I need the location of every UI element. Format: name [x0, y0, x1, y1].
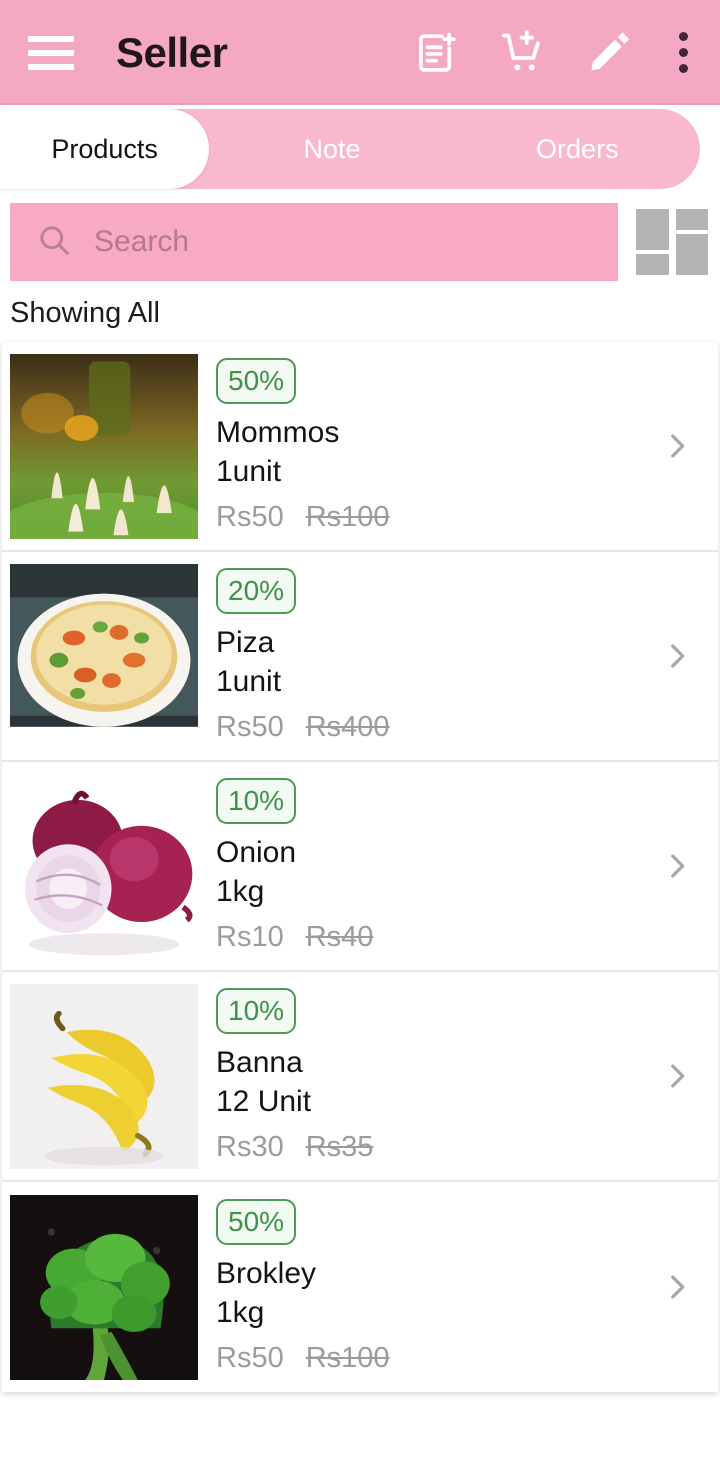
- product-prices: Rs50 Rs100: [216, 501, 648, 534]
- product-info: 50% Mommos 1unit Rs50 Rs100: [216, 354, 648, 539]
- product-unit: 12 Unit: [216, 1084, 312, 1118]
- table-row[interactable]: 10% Onion 1kg Rs10 Rs40: [2, 762, 718, 972]
- grid-view-icon[interactable]: [636, 205, 710, 279]
- product-prices: Rs10 Rs40: [216, 921, 648, 954]
- discount-badge: 10%: [216, 777, 297, 824]
- product-price: Rs10: [216, 921, 284, 954]
- tab-note[interactable]: Note: [209, 109, 454, 189]
- product-thumbnail: [10, 563, 198, 749]
- edit-pencil-icon[interactable]: [582, 26, 636, 80]
- product-original-price: Rs35: [305, 1131, 374, 1164]
- product-prices: Rs30 Rs35: [216, 1131, 648, 1164]
- product-price: Rs50: [216, 711, 284, 744]
- product-thumbnail: [10, 353, 198, 539]
- tab-products[interactable]: Products: [0, 109, 210, 189]
- hamburger-menu-icon[interactable]: [28, 35, 74, 70]
- product-price: Rs50: [216, 1342, 284, 1375]
- search-bar[interactable]: [10, 203, 618, 281]
- product-prices: Rs50 Rs100: [216, 1342, 648, 1375]
- chevron-right-icon[interactable]: [660, 1270, 694, 1304]
- product-name: Onion: [216, 835, 297, 869]
- product-unit: 1unit: [216, 454, 282, 488]
- tab-products-label: Products: [51, 133, 158, 164]
- tab-orders[interactable]: Orders: [455, 109, 700, 189]
- product-thumbnail: [10, 773, 198, 959]
- table-row[interactable]: 50% Mommos 1unit Rs50 Rs100: [2, 342, 718, 552]
- add-shopping-cart-icon[interactable]: [496, 26, 550, 80]
- filter-status-label: Showing All: [10, 297, 160, 329]
- chevron-right-icon[interactable]: [660, 1059, 694, 1093]
- tab-orders-label: Orders: [536, 133, 619, 164]
- product-unit: 1kg: [216, 1295, 265, 1329]
- chevron-right-icon[interactable]: [660, 849, 694, 883]
- tab-note-label: Note: [303, 133, 361, 164]
- product-thumbnail: [10, 1194, 198, 1380]
- tab-bar-container: Products Note Orders: [0, 105, 720, 193]
- table-row[interactable]: 10% Banna 12 Unit Rs30 Rs35: [2, 972, 718, 1182]
- discount-badge: 10%: [216, 987, 297, 1034]
- table-row[interactable]: 50% Brokley 1kg Rs50 Rs100: [2, 1182, 718, 1392]
- note-add-icon[interactable]: [410, 26, 464, 80]
- product-info: 10% Onion 1kg Rs10 Rs40: [216, 774, 648, 959]
- product-original-price: Rs100: [305, 501, 390, 534]
- product-list: 50% Mommos 1unit Rs50 Rs100 20% Piza 1un…: [2, 342, 718, 1392]
- product-original-price: Rs40: [305, 921, 374, 954]
- search-row: [0, 193, 720, 281]
- product-original-price: Rs100: [305, 1342, 390, 1375]
- discount-badge: 50%: [216, 357, 297, 404]
- product-unit: 1kg: [216, 874, 265, 908]
- product-name: Piza: [216, 625, 275, 659]
- product-thumbnail: [10, 983, 198, 1169]
- product-info: 10% Banna 12 Unit Rs30 Rs35: [216, 984, 648, 1169]
- app-bar-actions: [410, 26, 698, 80]
- table-row[interactable]: 20% Piza 1unit Rs50 Rs400: [2, 552, 718, 762]
- page-title: Seller: [116, 28, 228, 76]
- discount-badge: 20%: [216, 567, 297, 614]
- search-input[interactable]: [94, 225, 618, 259]
- search-icon: [36, 222, 72, 263]
- product-info: 20% Piza 1unit Rs50 Rs400: [216, 564, 648, 749]
- product-name: Banna: [216, 1045, 303, 1079]
- product-unit: 1unit: [216, 664, 282, 698]
- product-name: Mommos: [216, 415, 340, 449]
- tab-bar: Products Note Orders: [0, 109, 700, 189]
- product-price: Rs50: [216, 501, 284, 534]
- chevron-right-icon[interactable]: [660, 429, 694, 463]
- product-prices: Rs50 Rs400: [216, 711, 648, 744]
- product-price: Rs30: [216, 1131, 284, 1164]
- app-bar: Seller: [0, 0, 720, 105]
- product-name: Brokley: [216, 1256, 317, 1290]
- product-info: 50% Brokley 1kg Rs50 Rs100: [216, 1195, 648, 1380]
- more-vert-icon[interactable]: [668, 26, 698, 80]
- chevron-right-icon[interactable]: [660, 639, 694, 673]
- discount-badge: 50%: [216, 1198, 297, 1245]
- product-original-price: Rs400: [305, 711, 390, 744]
